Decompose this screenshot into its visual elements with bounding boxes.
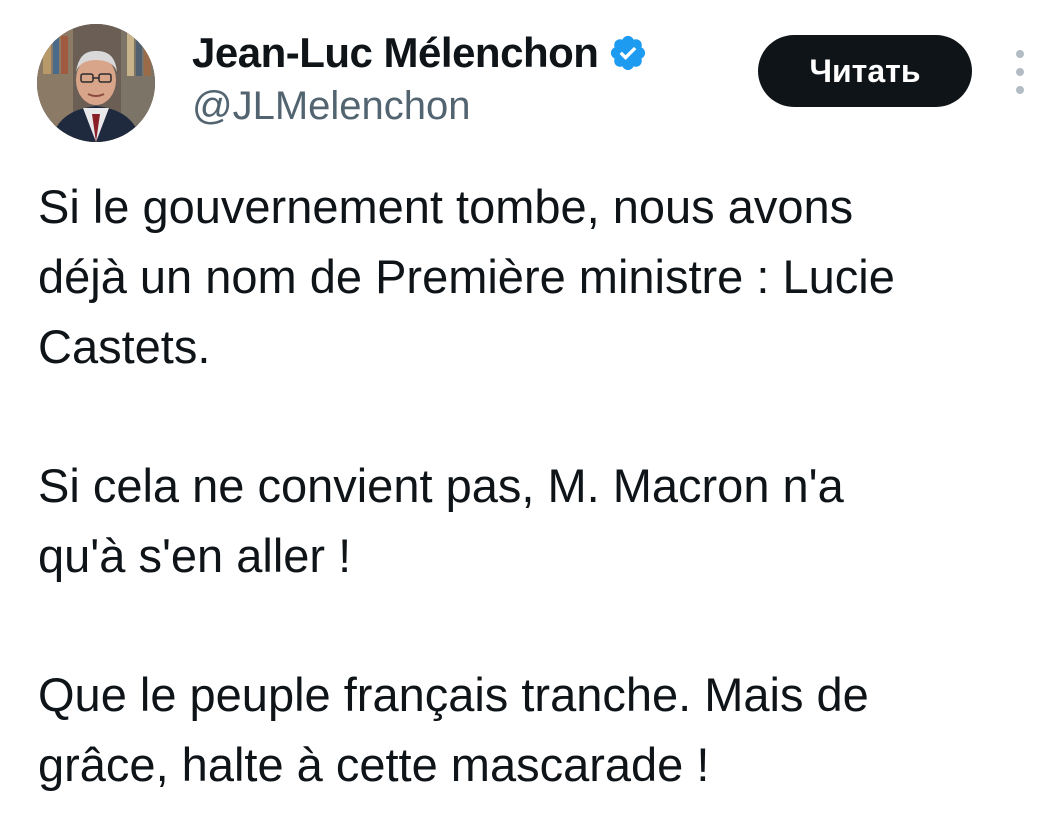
tweet-text: Si le gouvernement tombe, nous avons déj… — [38, 172, 1038, 800]
tweet-text-line: Que le peuple français tranche. Mais de — [38, 668, 869, 721]
more-dot — [1016, 68, 1024, 76]
author-display-name[interactable]: Jean-Luc Mélenchon — [192, 29, 599, 77]
tweet-text-line: Si cela ne convient pas, M. Macron n'a — [38, 459, 844, 512]
follow-button[interactable]: Читать — [758, 35, 972, 107]
tweet-card: Jean-Luc Mélenchon @JLMelenchon Читать S… — [0, 0, 1047, 832]
tweet-text-line: Castets. — [38, 320, 211, 373]
tweet-text-line: grâce, halte à cette mascarade ! — [38, 738, 710, 791]
tweet-text-line: déjà un nom de Première ministre : Lucie — [38, 250, 895, 303]
more-dot — [1016, 50, 1024, 58]
more-dot — [1016, 86, 1024, 94]
tweet-text-line: Si le gouvernement tombe, nous avons — [38, 180, 854, 233]
avatar[interactable] — [37, 24, 155, 142]
profile-photo — [37, 24, 155, 142]
verified-badge-icon[interactable] — [608, 33, 648, 73]
author-handle[interactable]: @JLMelenchon — [192, 84, 471, 129]
more-vertical-icon[interactable] — [1006, 50, 1034, 94]
author-name-row[interactable]: Jean-Luc Mélenchon — [192, 28, 648, 78]
tweet-text-line: qu'à s'en aller ! — [38, 529, 352, 582]
